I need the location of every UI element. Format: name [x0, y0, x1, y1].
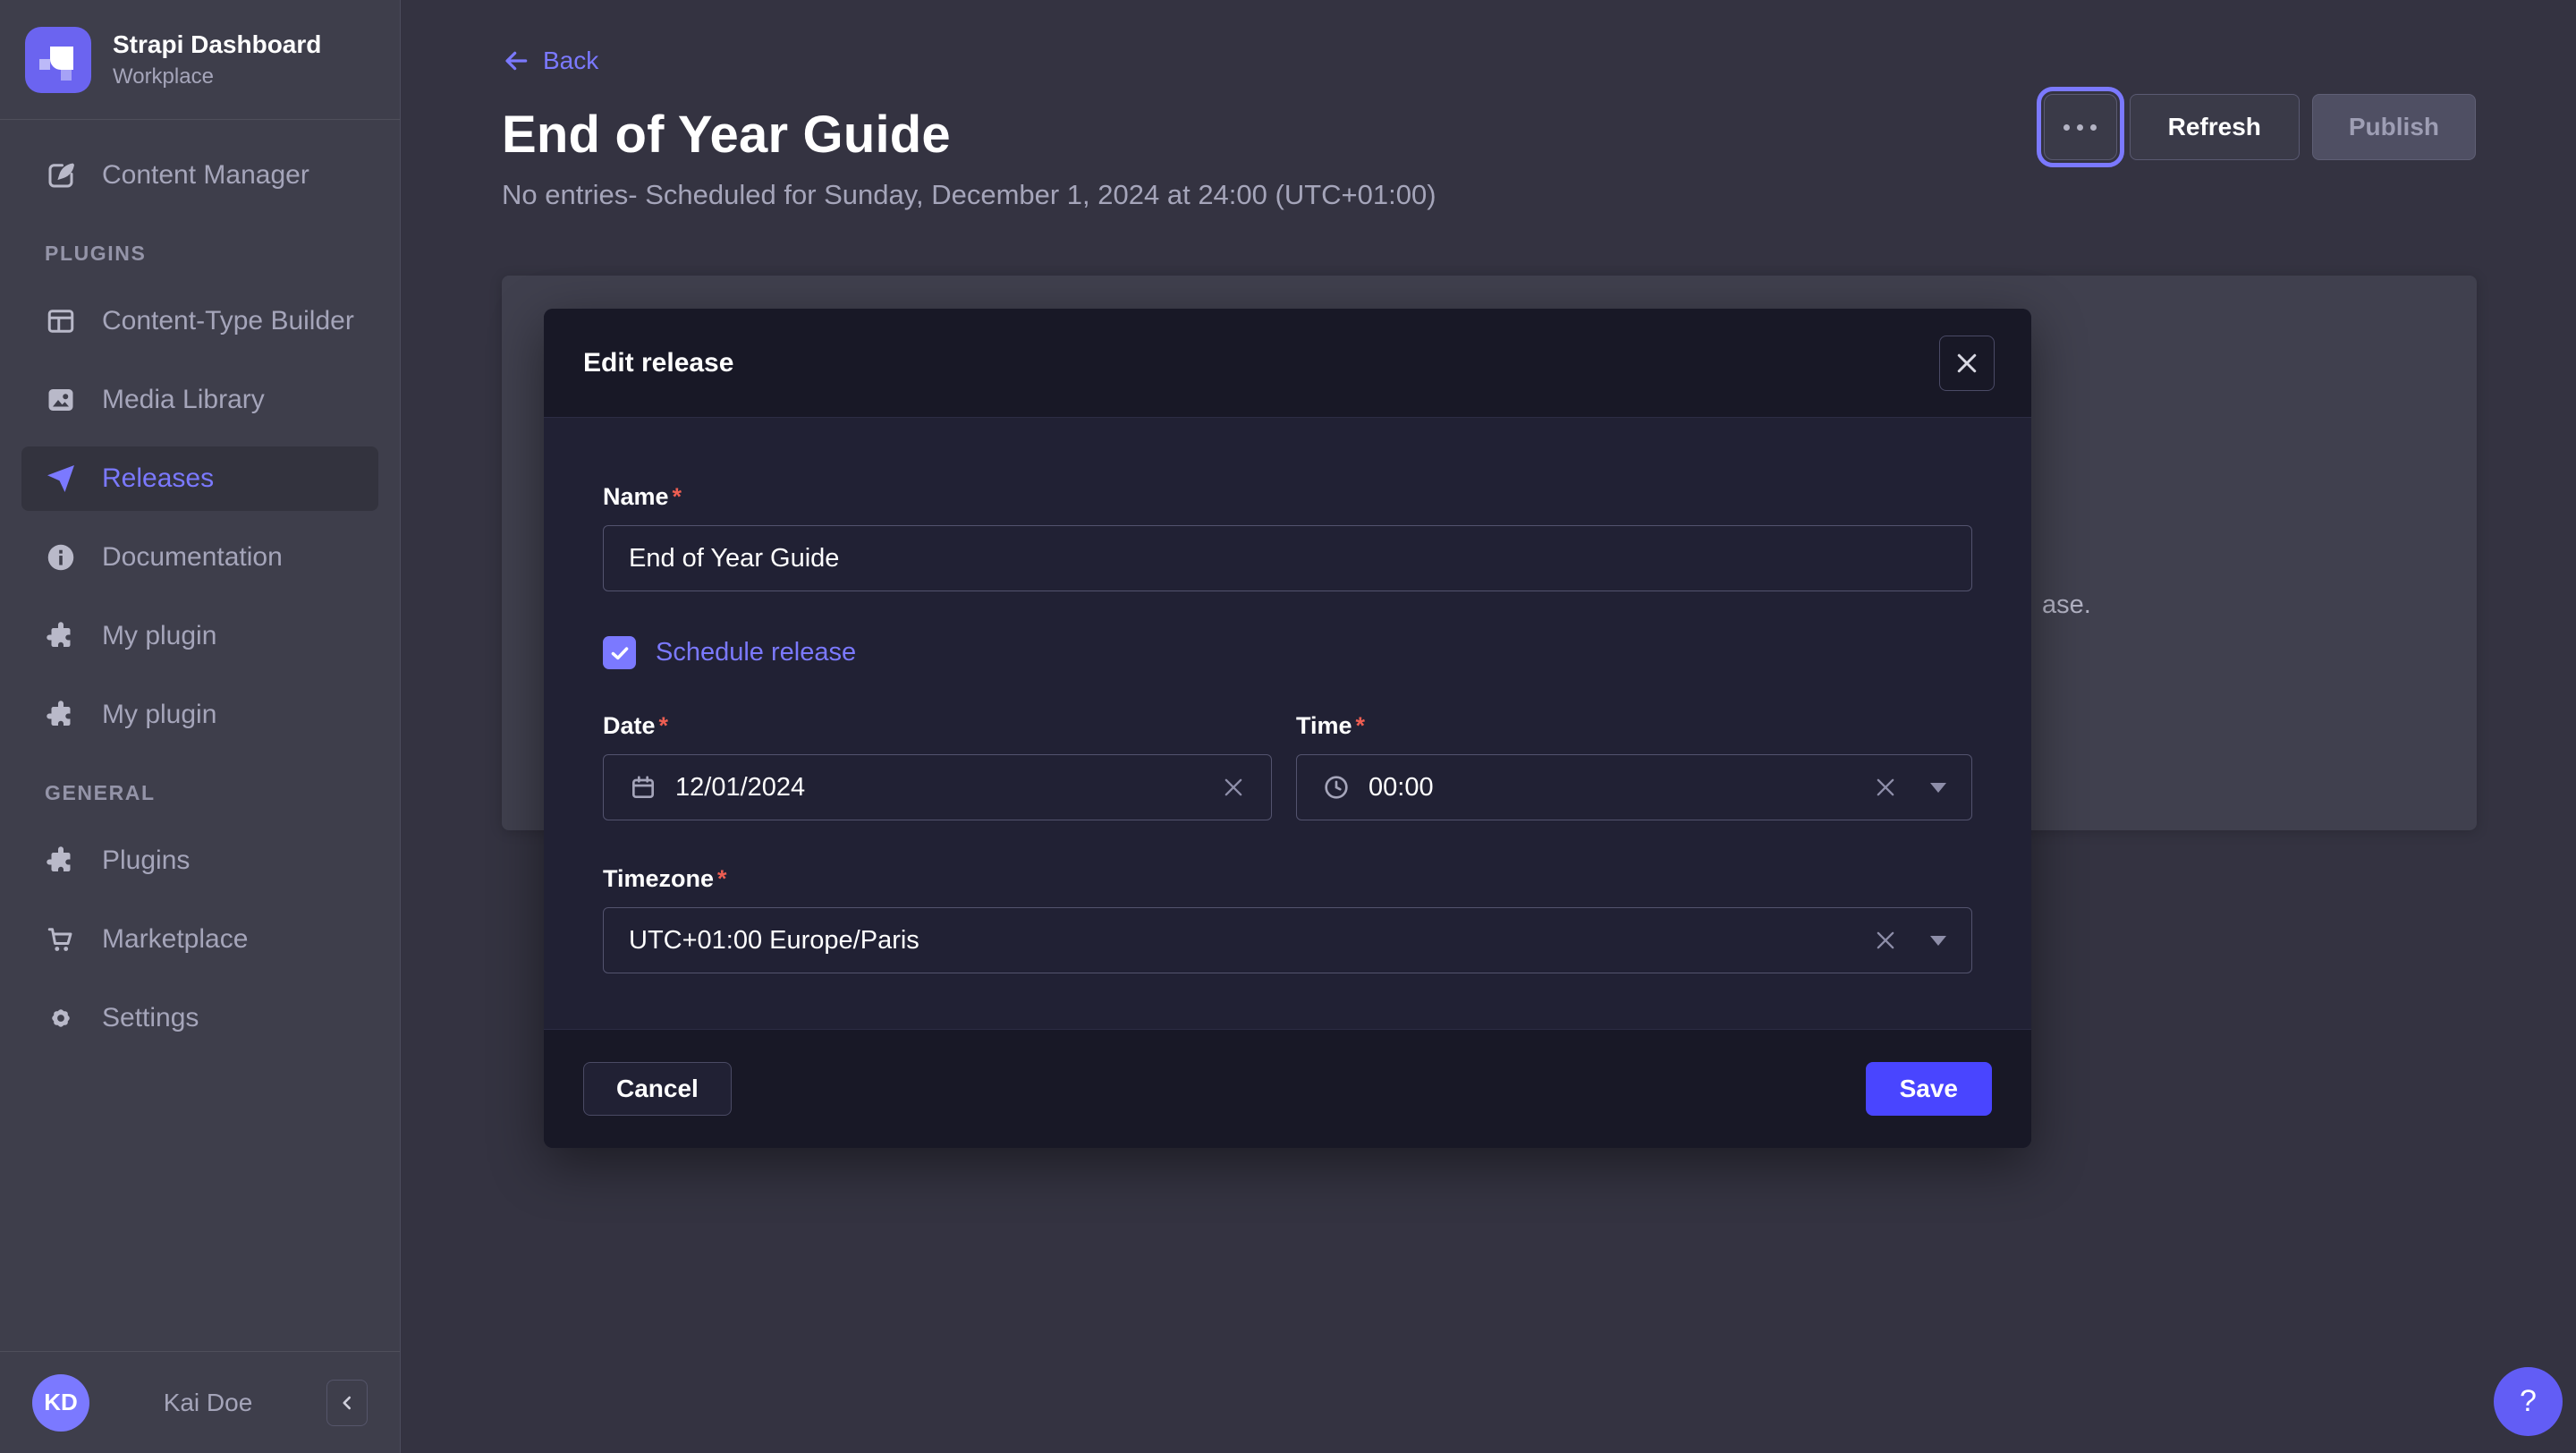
- clock-icon: [1322, 773, 1351, 802]
- chevron-left-icon: [335, 1391, 359, 1415]
- sidebar-item-my-plugin-2[interactable]: My plugin: [21, 683, 378, 747]
- calendar-icon: [629, 773, 657, 802]
- required-asterisk: *: [1356, 712, 1366, 740]
- required-asterisk: *: [673, 483, 682, 511]
- timezone-clear-button[interactable]: [1873, 928, 1898, 953]
- chevron-down-icon[interactable]: [1930, 936, 1946, 946]
- sidebar-item-releases[interactable]: Releases: [21, 446, 378, 511]
- content-type-builder-icon: [45, 305, 77, 337]
- sidebar-item-label: Plugins: [102, 845, 190, 876]
- more-actions-button[interactable]: [2044, 94, 2117, 160]
- cancel-button[interactable]: Cancel: [583, 1062, 732, 1116]
- schedule-release-toggle[interactable]: Schedule release: [603, 636, 1972, 669]
- sidebar-item-label: Documentation: [102, 542, 283, 573]
- back-link[interactable]: Back: [502, 47, 598, 75]
- puzzle-icon: [45, 620, 77, 652]
- save-button[interactable]: Save: [1866, 1062, 1992, 1116]
- name-input[interactable]: [629, 544, 1946, 574]
- page-subtitle: No entries- Scheduled for Sunday, Decemb…: [502, 179, 2576, 211]
- sidebar-item-media-library[interactable]: Media Library: [21, 368, 378, 432]
- sidebar-item-plugins[interactable]: Plugins: [21, 828, 378, 893]
- modal-footer: Cancel Save: [544, 1029, 2031, 1148]
- close-icon: [1953, 350, 1980, 377]
- sidebar-item-marketplace[interactable]: Marketplace: [21, 907, 378, 972]
- sidebar-item-label: Media Library: [102, 385, 265, 415]
- sidebar-item-label: Releases: [102, 463, 214, 494]
- content-manager-icon: [45, 159, 77, 191]
- puzzle-icon: [45, 699, 77, 731]
- date-input-box: [603, 754, 1272, 820]
- date-label: Date*: [603, 712, 1272, 740]
- time-label: Time*: [1296, 712, 1972, 740]
- date-input[interactable]: [675, 773, 1203, 803]
- releases-icon: [45, 463, 77, 495]
- modal-body: Name* Schedule release Date*: [544, 418, 2031, 973]
- sidebar-section-plugins: PLUGINS: [45, 242, 355, 266]
- sidebar-item-content-type-builder[interactable]: Content-Type Builder: [21, 289, 378, 353]
- date-field-group: Date*: [603, 712, 1272, 820]
- name-label: Name*: [603, 483, 1972, 511]
- brand-title: Strapi Dashboard: [113, 29, 321, 60]
- timezone-input-box: [603, 907, 1972, 973]
- sidebar-item-label: Settings: [102, 1003, 199, 1033]
- puzzle-icon: [45, 845, 77, 877]
- documentation-icon: [45, 541, 77, 574]
- sidebar-item-label: Content-Type Builder: [102, 306, 354, 336]
- time-input-box: [1296, 754, 1972, 820]
- workspace-switcher[interactable]: Strapi Dashboard Workplace: [0, 0, 400, 120]
- help-button[interactable]: ?: [2494, 1367, 2563, 1436]
- empty-state-text: ase.: [2042, 591, 2091, 620]
- sidebar-item-label: My plugin: [102, 621, 216, 651]
- modal-header: Edit release: [544, 309, 2031, 418]
- schedule-release-label: Schedule release: [656, 638, 856, 667]
- time-field-group: Time*: [1296, 712, 1972, 820]
- sidebar-collapse-button[interactable]: [326, 1380, 368, 1426]
- sidebar-section-general: GENERAL: [45, 781, 355, 805]
- checkbox-checked-icon[interactable]: [603, 636, 636, 669]
- avatar[interactable]: KD: [32, 1374, 89, 1432]
- brand-subtitle: Workplace: [113, 64, 321, 90]
- sidebar: Strapi Dashboard Workplace Content Manag…: [0, 0, 401, 1453]
- chevron-down-icon[interactable]: [1930, 783, 1946, 793]
- refresh-button[interactable]: Refresh: [2130, 94, 2300, 160]
- timezone-label: Timezone*: [603, 865, 1972, 893]
- name-field-group: Name*: [603, 483, 1972, 591]
- user-name: Kai Doe: [111, 1389, 305, 1417]
- time-input[interactable]: [1368, 773, 1855, 803]
- sidebar-item-settings[interactable]: Settings: [21, 986, 378, 1050]
- close-button[interactable]: [1939, 336, 1995, 391]
- timezone-input[interactable]: [629, 926, 1855, 956]
- date-clear-button[interactable]: [1221, 775, 1246, 800]
- sidebar-item-documentation[interactable]: Documentation: [21, 525, 378, 590]
- user-row: KD Kai Doe: [0, 1351, 400, 1453]
- required-asterisk: *: [659, 712, 669, 740]
- sidebar-nav: Content Manager PLUGINS Content-Type Bui…: [0, 120, 400, 1351]
- brand-text: Strapi Dashboard Workplace: [113, 29, 321, 90]
- back-label: Back: [543, 47, 598, 75]
- media-library-icon: [45, 384, 77, 416]
- sidebar-item-my-plugin-1[interactable]: My plugin: [21, 604, 378, 668]
- date-time-row: Date*: [603, 712, 1972, 820]
- time-clear-button[interactable]: [1873, 775, 1898, 800]
- publish-button: Publish: [2312, 94, 2476, 160]
- sidebar-item-label: My plugin: [102, 700, 216, 730]
- timezone-field-group: Timezone*: [603, 865, 1972, 973]
- question-mark-icon: ?: [2520, 1384, 2537, 1419]
- cart-icon: [45, 923, 77, 956]
- more-dots-icon: [2063, 124, 2070, 131]
- sidebar-item-content-manager[interactable]: Content Manager: [21, 143, 378, 208]
- edit-release-modal: Edit release Name*: [544, 309, 2031, 1148]
- gear-icon: [45, 1002, 77, 1034]
- sidebar-item-label: Content Manager: [102, 160, 309, 191]
- strapi-logo-icon: [25, 27, 91, 93]
- sidebar-item-label: Marketplace: [102, 924, 248, 955]
- header-actions: Refresh Publish: [2044, 94, 2476, 160]
- modal-title: Edit release: [583, 348, 733, 378]
- name-input-box: [603, 525, 1972, 591]
- back-arrow-icon: [502, 47, 530, 75]
- required-asterisk: *: [717, 865, 727, 893]
